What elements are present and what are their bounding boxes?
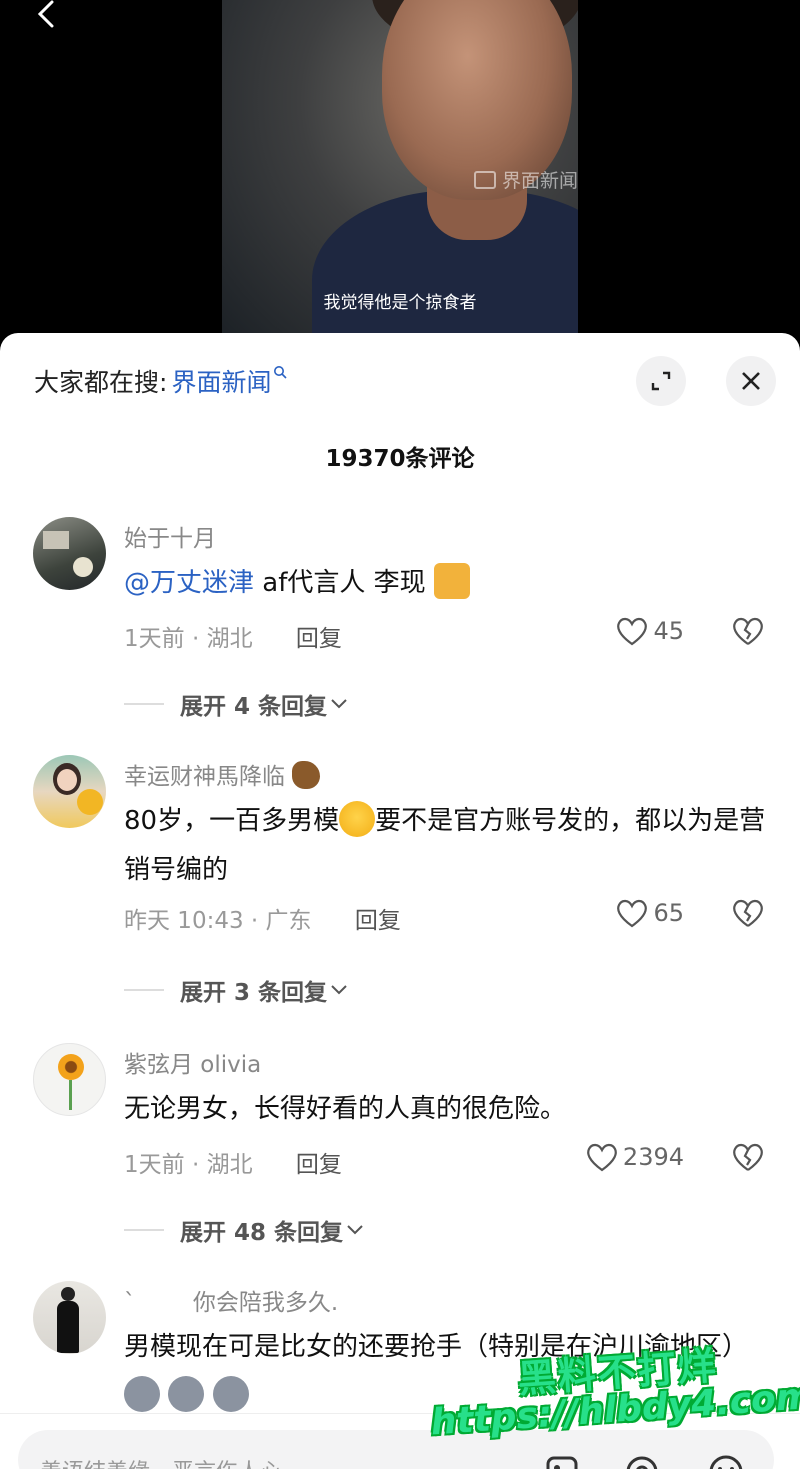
comments-panel: 大家都在搜: 界面新闻 19370条评论 始于十月 @万丈迷津 af代言人 李现…: [0, 333, 800, 1469]
cat-emoji-icon: [433, 562, 470, 599]
dislike-button[interactable]: [730, 897, 766, 933]
divider: [124, 703, 164, 705]
chevron-down-icon: [331, 699, 347, 709]
avatar[interactable]: [33, 755, 106, 828]
video-frame: 界面新闻: [222, 0, 578, 336]
comment-meta: 昨天 10:43 · 广东 回复: [124, 901, 401, 935]
comment-username-prefix: `: [124, 1290, 136, 1316]
fullscreen-button[interactable]: [636, 356, 686, 406]
pleading-face-emoji-icon: [339, 800, 376, 837]
wolf-emoji-icon: [168, 1375, 205, 1412]
expand-replies-button[interactable]: 展开 4 条回复: [124, 687, 349, 721]
like-button[interactable]: 45: [615, 615, 684, 647]
comment-text-part1: 80岁，一百多男模: [124, 806, 340, 836]
heart-icon: [587, 1143, 617, 1172]
expand-replies-label: 展开 3 条回复: [180, 980, 328, 1006]
avatar[interactable]: [33, 517, 106, 590]
avatar[interactable]: [33, 1043, 106, 1116]
comment-time-location: 1天前 · 湖北: [124, 1152, 253, 1178]
comment-text: @万丈迷津 af代言人 李现: [124, 559, 774, 608]
expand-icon: [651, 371, 671, 391]
comment-text: 80岁，一百多男模 要不是官方账号发的，都以为是营销号编的: [124, 797, 774, 895]
back-button[interactable]: [30, 0, 70, 30]
chevron-left-icon: [37, 0, 54, 28]
divider: [124, 989, 164, 991]
video-player[interactable]: 界面新闻 我觉得他是个掠食者: [0, 0, 800, 340]
comment-meta: 1天前 · 湖北 回复: [124, 619, 342, 653]
broken-heart-icon: [733, 617, 763, 645]
like-count: 45: [653, 617, 684, 645]
expand-replies-label: 展开 4 条回复: [180, 694, 328, 720]
search-suggestion[interactable]: 大家都在搜: 界面新闻: [34, 363, 288, 399]
expand-replies-label: 展开 48 条回复: [180, 1220, 344, 1246]
video-watermark: 界面新闻: [473, 166, 578, 193]
wolf-emoji-icon: [124, 1375, 160, 1412]
like-count: 2394: [622, 1143, 684, 1171]
dislike-button[interactable]: [730, 1141, 766, 1177]
like-button[interactable]: 2394: [585, 1141, 684, 1173]
jiemian-logo-icon: [473, 170, 496, 189]
avatar[interactable]: [33, 1281, 106, 1354]
comment-username-text: 幸运财神馬降临: [124, 764, 285, 790]
comment-meta: 1天前 · 湖北 回复: [124, 1145, 342, 1179]
reply-button[interactable]: 回复: [355, 908, 401, 934]
comment-username[interactable]: 始于十月: [124, 519, 216, 553]
comment-username-text: 你会陪我多久.: [192, 1290, 339, 1316]
close-icon: [742, 372, 760, 390]
search-keyword[interactable]: 界面新闻: [171, 363, 271, 399]
site-watermark: 黑料不打烊 https://hlbdy4.com: [426, 1330, 800, 1469]
reply-button[interactable]: 回复: [296, 626, 342, 652]
search-prefix: 大家都在搜:: [34, 368, 168, 397]
comment-text: 无论男女，长得好看的人真的很危险。: [124, 1094, 567, 1124]
heart-icon: [617, 899, 648, 928]
expand-replies-button[interactable]: 展开 3 条回复: [124, 973, 349, 1007]
like-count: 65: [653, 899, 684, 927]
broken-heart-icon: [733, 1143, 763, 1171]
horse-emoji-icon: [292, 760, 321, 789]
chevron-down-icon: [347, 1225, 363, 1235]
comment-count: 19370条评论: [325, 446, 475, 472]
divider: [124, 1229, 164, 1231]
comment-mention[interactable]: @万丈迷津: [124, 568, 254, 598]
like-button[interactable]: 65: [615, 897, 684, 929]
expand-replies-button[interactable]: 展开 48 条回复: [124, 1213, 365, 1247]
broken-heart-icon: [733, 899, 763, 927]
comment-username[interactable]: 幸运财神馬降临: [124, 757, 321, 792]
comment-input-placeholder: 善语结善缘，恶言伤人心: [40, 1454, 282, 1469]
chevron-down-icon: [331, 985, 347, 995]
dislike-button[interactable]: [730, 615, 766, 651]
comment-username[interactable]: 紫弦月 olivia: [124, 1045, 261, 1079]
search-icon: [273, 364, 288, 383]
video-watermark-text: 界面新闻: [501, 170, 578, 192]
wolf-emoji-icon: [212, 1375, 249, 1412]
video-subtitle: 我觉得他是个掠食者: [323, 293, 477, 313]
close-button[interactable]: [726, 356, 776, 406]
comment-time-location: 1天前 · 湖北: [124, 626, 253, 652]
comment-text-body: af代言人 李现: [254, 568, 426, 598]
comment-username[interactable]: ` 你会陪我多久.: [124, 1283, 338, 1317]
comment-time-location: 昨天 10:43 · 广东: [124, 908, 312, 934]
reply-button[interactable]: 回复: [296, 1152, 342, 1178]
heart-icon: [617, 617, 648, 646]
